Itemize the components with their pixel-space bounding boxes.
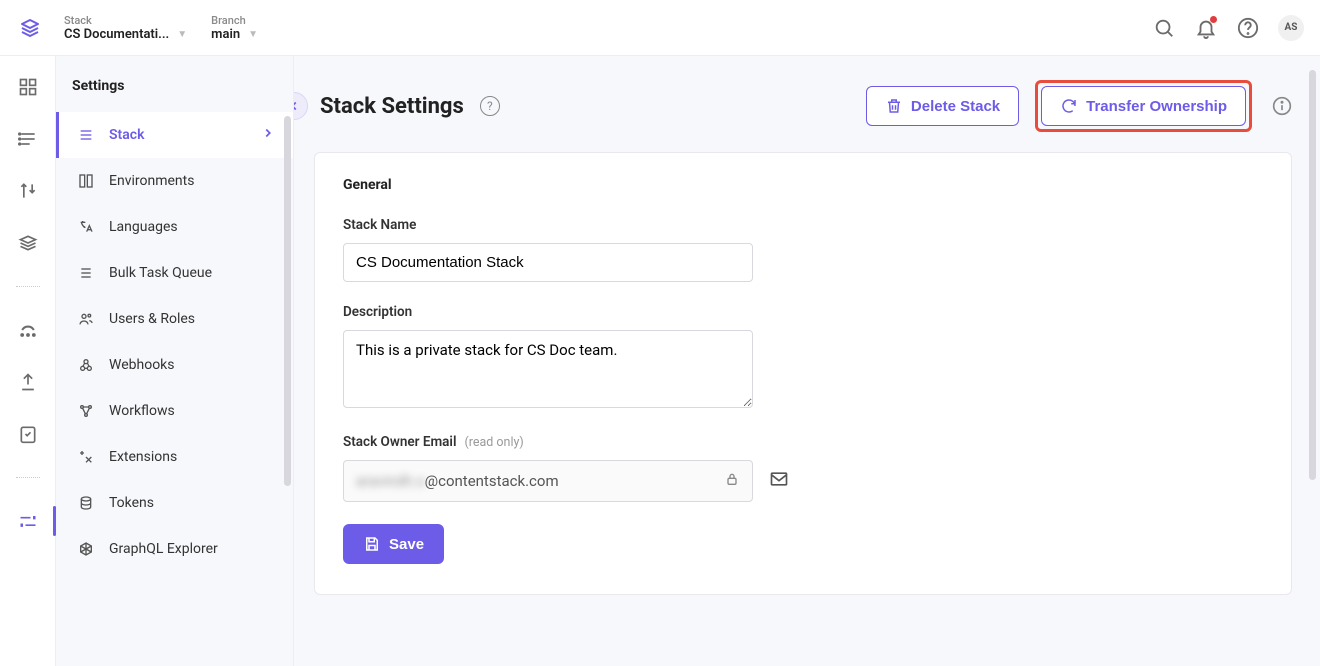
bell-icon[interactable] [1194, 16, 1218, 40]
sidebar-item-label: Workflows [109, 403, 175, 419]
sidebar-item-label: Languages [109, 219, 178, 235]
notification-dot [1210, 16, 1217, 23]
main-scrollbar[interactable] [1309, 70, 1316, 480]
sidebar-item-users-roles[interactable]: Users & Roles [56, 296, 293, 342]
sidebar-item-extensions[interactable]: Extensions [56, 434, 293, 480]
save-icon [363, 535, 381, 553]
page-title: Stack Settings [320, 94, 464, 119]
section-general-title: General [343, 177, 1263, 193]
dashboard-icon[interactable] [17, 76, 39, 98]
graphql-icon [77, 540, 95, 558]
transfer-ownership-label: Transfer Ownership [1086, 98, 1227, 115]
lock-icon [724, 471, 740, 491]
save-label: Save [389, 536, 424, 553]
branch-label: Branch [211, 14, 258, 27]
stack-name-label: Stack Name [343, 217, 1263, 233]
avatar[interactable]: AS [1278, 15, 1304, 41]
sidebar-item-label: Stack [109, 127, 144, 143]
users-icon [77, 310, 95, 328]
page-header: Stack Settings ? Delete Stack Transfer O… [294, 56, 1320, 142]
transfer-icon [1060, 97, 1078, 115]
stack-name-input[interactable] [343, 243, 753, 282]
mail-icon[interactable] [769, 469, 789, 493]
owner-email-field: aravindh.s@contentstack.com [343, 460, 753, 502]
sidebar-item-label: Users & Roles [109, 311, 195, 327]
sidebar-item-label: Tokens [109, 495, 154, 511]
delete-stack-label: Delete Stack [911, 98, 1000, 115]
trash-icon [885, 97, 903, 115]
sidebar-item-languages[interactable]: Languages [56, 204, 293, 250]
sidebar-item-label: Bulk Task Queue [109, 265, 212, 281]
settings-title: Settings [56, 56, 293, 106]
entries-icon[interactable] [17, 128, 39, 150]
main-content: Stack Settings ? Delete Stack Transfer O… [294, 56, 1320, 666]
extensions-icon [77, 448, 95, 466]
settings-sidebar: Settings Stack Environments Languages Bu… [56, 56, 294, 666]
chevron-down-icon: ▼ [177, 29, 187, 40]
sidebar-item-stack[interactable]: Stack [56, 112, 293, 158]
sidebar-item-webhooks[interactable]: Webhooks [56, 342, 293, 388]
owner-email-hint: (read only) [464, 435, 523, 450]
general-card: General Stack Name Description Stack Own… [314, 152, 1292, 595]
stack-value: CS Documentati... [64, 27, 169, 42]
releases-icon[interactable] [17, 319, 39, 341]
owner-email-blurred: aravindh.s [356, 472, 425, 490]
sidebar-item-bulk-task-queue[interactable]: Bulk Task Queue [56, 250, 293, 296]
settings-icon[interactable] [17, 510, 39, 532]
help-icon[interactable] [1236, 16, 1260, 40]
stack-selector[interactable]: Stack CS Documentati... ▼ [64, 14, 187, 42]
owner-email-label: Stack Owner Email [343, 434, 456, 450]
stack-label: Stack [64, 14, 187, 27]
webhooks-icon [77, 356, 95, 374]
info-icon[interactable] [1272, 96, 1292, 116]
sidebar-scrollbar[interactable] [284, 116, 291, 486]
description-label: Description [343, 304, 1263, 320]
assets-icon[interactable] [17, 232, 39, 254]
workflows-icon [77, 402, 95, 420]
queue-icon [77, 264, 95, 282]
top-header: Stack CS Documentati... ▼ Branch main ▼ … [0, 0, 1320, 56]
sidebar-item-label: Extensions [109, 449, 177, 465]
tasks-icon[interactable] [17, 423, 39, 445]
app-logo[interactable] [16, 14, 44, 42]
stack-icon [77, 126, 95, 144]
environments-icon [77, 172, 95, 190]
content-types-icon[interactable] [17, 180, 39, 202]
publish-icon[interactable] [17, 371, 39, 393]
sidebar-item-label: GraphQL Explorer [109, 541, 218, 557]
sidebar-item-workflows[interactable]: Workflows [56, 388, 293, 434]
languages-icon [77, 218, 95, 236]
owner-email-suffix: @contentstack.com [425, 472, 559, 490]
highlight-box: Transfer Ownership [1035, 80, 1252, 132]
help-icon[interactable]: ? [480, 96, 500, 116]
sidebar-item-graphql[interactable]: GraphQL Explorer [56, 526, 293, 572]
sidebar-item-tokens[interactable]: Tokens [56, 480, 293, 526]
chevron-down-icon: ▼ [248, 29, 258, 40]
icon-rail [0, 56, 56, 666]
chevron-right-icon [261, 126, 275, 144]
sidebar-item-label: Webhooks [109, 357, 175, 373]
back-button[interactable] [294, 92, 308, 120]
sidebar-item-environments[interactable]: Environments [56, 158, 293, 204]
sidebar-item-label: Environments [109, 173, 194, 189]
description-textarea[interactable] [343, 330, 753, 408]
tokens-icon [77, 494, 95, 512]
branch-value: main [211, 27, 240, 42]
branch-selector[interactable]: Branch main ▼ [211, 14, 258, 42]
search-icon[interactable] [1152, 16, 1176, 40]
delete-stack-button[interactable]: Delete Stack [866, 86, 1019, 126]
save-button[interactable]: Save [343, 524, 444, 564]
transfer-ownership-button[interactable]: Transfer Ownership [1041, 86, 1246, 126]
